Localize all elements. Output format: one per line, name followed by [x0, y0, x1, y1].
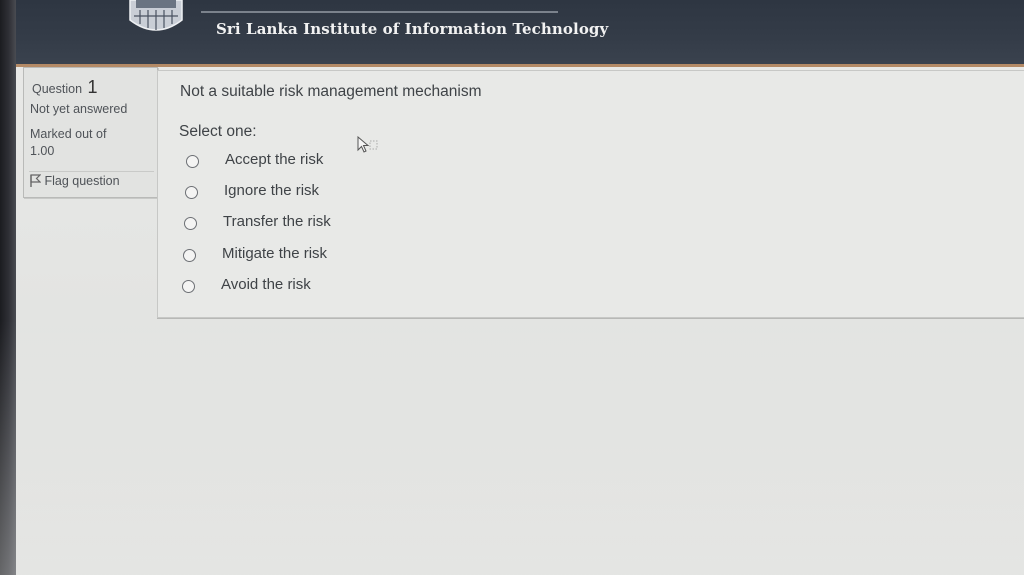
- flag-question-label: Flag question: [44, 174, 120, 188]
- radio-button[interactable]: [183, 249, 196, 262]
- screen-bezel: [0, 0, 16, 575]
- question-label: Question: [32, 82, 83, 96]
- screen-glare: [0, 320, 1024, 575]
- answer-state: Not yet answered: [30, 102, 128, 116]
- flag-question-button[interactable]: Flag question: [29, 171, 154, 196]
- site-header: Sri Lanka Institute of Information Techn…: [16, 0, 1024, 64]
- mouse-cursor-icon: [357, 136, 378, 153]
- flag-icon: [30, 174, 41, 187]
- question-number: 1: [87, 77, 98, 97]
- grade-info: Marked out of 1.00: [30, 127, 107, 158]
- radio-button[interactable]: [184, 217, 197, 230]
- question-info-panel: Question 1 Not yet answered Marked out o…: [23, 67, 158, 198]
- header-divider: [201, 11, 558, 13]
- question-number-label: Question 1: [32, 77, 98, 98]
- sliit-logo-icon: [129, 0, 183, 31]
- question-text: Not a suitable risk management mechanism: [180, 83, 482, 100]
- radio-button[interactable]: [186, 155, 199, 168]
- option-label: Accept the risk: [225, 151, 324, 168]
- option-label: Mitigate the risk: [222, 245, 328, 262]
- radio-button[interactable]: [182, 280, 195, 293]
- header-accent-line: [16, 64, 1024, 67]
- option-label: Avoid the risk: [221, 276, 311, 293]
- question-content-panel: Not a suitable risk management mechanism…: [157, 70, 1024, 318]
- institution-name: Sri Lanka Institute of Information Techn…: [216, 20, 609, 38]
- option-label: Ignore the risk: [224, 182, 320, 199]
- radio-button[interactable]: [185, 186, 198, 199]
- option-label: Transfer the risk: [223, 213, 331, 230]
- quiz-page: Sri Lanka Institute of Information Techn…: [0, 0, 1024, 575]
- select-prompt: Select one:: [179, 123, 257, 140]
